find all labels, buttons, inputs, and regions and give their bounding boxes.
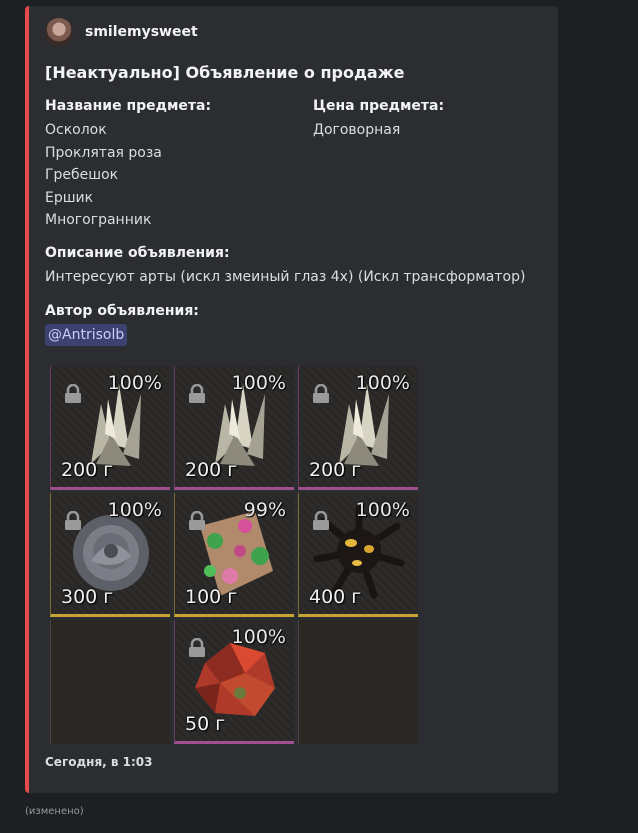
item-price: 400 г bbox=[309, 586, 362, 608]
item-price: 300 г bbox=[61, 586, 114, 608]
embed-title: [Неактуально] Объявление о продаже bbox=[45, 63, 405, 82]
inventory-cell: 99% 100 г bbox=[174, 493, 294, 617]
durability-percent: 100% bbox=[355, 372, 410, 394]
item-name: Гребешок bbox=[45, 167, 119, 183]
field-price: Цена предмета: Договорная bbox=[313, 98, 444, 142]
embed-timestamp: Сегодня, в 1:03 bbox=[45, 755, 153, 769]
edited-label: (изменено) bbox=[25, 806, 84, 817]
item-price: 200 г bbox=[309, 459, 362, 481]
field-price-label: Цена предмета: bbox=[313, 98, 445, 114]
inventory-cell: 100% 300 г bbox=[50, 493, 170, 617]
durability-percent: 100% bbox=[107, 499, 162, 521]
inventory-cell-empty bbox=[298, 620, 418, 744]
field-description-value: Интересуют арты (искл змеиный глаз 4х) (… bbox=[45, 269, 526, 285]
item-name: Проклятая роза bbox=[45, 144, 162, 161]
inventory-cell: 100% 50 г bbox=[174, 620, 294, 744]
embed-author: smilemysweet bbox=[45, 18, 198, 46]
field-item-names-label: Название предмета: bbox=[45, 98, 212, 114]
lock-icon bbox=[65, 384, 81, 403]
durability-percent: 100% bbox=[355, 499, 410, 521]
item-name: Ершик bbox=[45, 189, 94, 206]
lock-icon bbox=[65, 511, 81, 530]
durability-percent: 99% bbox=[243, 499, 286, 521]
inventory-cell: 100% 200 г bbox=[174, 366, 294, 490]
field-author-label: Автор объявления: bbox=[45, 303, 199, 319]
author-avatar[interactable] bbox=[45, 18, 73, 46]
lock-icon bbox=[189, 384, 205, 403]
item-name: Многогранник bbox=[45, 212, 152, 228]
lock-icon bbox=[189, 638, 205, 657]
durability-percent: 100% bbox=[231, 372, 286, 394]
item-price: 200 г bbox=[61, 459, 114, 481]
embed-card: smilemysweet [Неактуально] Объявление о … bbox=[25, 6, 558, 793]
durability-percent: 100% bbox=[231, 626, 286, 648]
field-price-value: Договорная bbox=[313, 122, 401, 138]
field-item-names: Название предмета: Осколок Проклятая роз… bbox=[45, 98, 211, 232]
field-description: Описание объявления: Интересуют арты (ис… bbox=[45, 245, 525, 289]
inventory-cell: 100% 400 г bbox=[298, 493, 418, 617]
item-price: 50 г bbox=[185, 713, 226, 735]
lock-icon bbox=[189, 511, 205, 530]
durability-percent: 100% bbox=[107, 372, 162, 394]
field-author: Автор объявления: @Antrisolb bbox=[45, 303, 199, 346]
inventory-cell: 100% 200 г bbox=[50, 366, 170, 490]
user-mention[interactable]: @Antrisolb bbox=[45, 324, 128, 346]
author-name[interactable]: smilemysweet bbox=[85, 24, 198, 40]
item-price: 200 г bbox=[185, 459, 238, 481]
inventory-image[interactable]: 100% 200 г 100% 200 г 100% 200 г 100% 30… bbox=[50, 366, 419, 744]
item-price: 100 г bbox=[185, 586, 238, 608]
lock-icon bbox=[313, 384, 329, 403]
lock-icon bbox=[313, 511, 329, 530]
inventory-cell-empty bbox=[50, 620, 170, 744]
inventory-cell: 100% 200 г bbox=[298, 366, 418, 490]
field-description-label: Описание объявления: bbox=[45, 245, 230, 261]
item-name: Осколок bbox=[45, 122, 107, 138]
